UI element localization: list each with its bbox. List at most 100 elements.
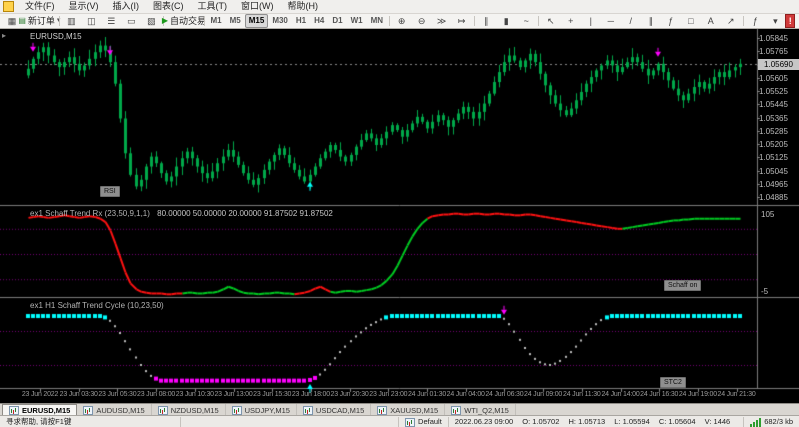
timeframe-h4-button[interactable]: H4 [310,14,328,28]
price-axis-label: 1.04965 [759,179,788,189]
status-bar: 寻求帮助, 请按F1键 Default 2022.06.23 09:00 O: … [0,415,799,427]
equidistant-channel-icon[interactable]: ∥ [642,14,660,28]
zoom-out-icon[interactable]: ⊖ [413,14,431,28]
toolbar-separator [742,16,744,26]
cursor-icon[interactable]: ↖ [542,14,560,28]
toolbar-separator [389,16,390,26]
stc-toggle-button[interactable]: STC2 [660,377,686,388]
profile-icon [405,417,416,427]
quote-high: H: 1.05713 [568,417,606,426]
quote-open: O: 1.05702 [522,417,560,426]
auto-trading-button[interactable]: ▶ 自动交易 [162,14,206,28]
price-axis-label: 1.05445 [759,100,788,110]
time-axis-label: 24 Jun 01:30 [407,391,447,398]
menu-item-3[interactable]: 图表(C) [146,0,191,13]
alerts-icon[interactable]: ! [785,14,796,28]
time-axis-label: 24 Jun 06:30 [485,391,524,398]
timeframe-h1-button[interactable]: H1 [292,14,310,28]
time-axis-label: 24 Jun 09:00 [524,391,563,398]
horizontal-line-icon[interactable]: ─ [602,14,620,28]
data-window-icon[interactable]: ◫ [82,14,100,28]
market-watch-icon[interactable]: ▥ [62,14,80,28]
chart-tab-label: WTI_Q2,M15 [464,405,509,415]
indicator2-title: ex1 H1 Schaff Trend Cycle (10,23,50) [30,301,164,310]
new-order-button-label: 新订单 [27,16,55,26]
navigator-icon[interactable]: ☰ [102,14,120,28]
chart-symbol-label: EURUSD,M15 [30,32,82,41]
line-chart-icon[interactable]: ~ [517,14,535,28]
quote-low: L: 1.05594 [614,417,650,426]
timeframe-w1-button[interactable]: W1 [347,14,367,28]
crosshair-icon[interactable]: + [562,14,580,28]
strategy-tester-icon[interactable]: ▧ [142,14,160,28]
toolbar: ▦▤新订单▾▥◫☰▭▧▶自动交易M1M5M15M30H1H4D1W1MN⊕⊖≫↦… [0,14,799,29]
chart-tab-label: NZDUSD,M15 [170,405,219,415]
schaff-toggle-button[interactable]: Schaff on [664,280,702,291]
timeframe-m5-button[interactable]: M5 [226,14,245,28]
chart-tab-icon [231,405,242,415]
price-axis-label: 1.05845 [759,34,788,44]
timeframe-m30-button[interactable]: M30 [268,14,292,28]
time-axis-label: 23 Jun 05:30 [98,391,137,398]
time-axis-label: 23 Jun 08:00 [137,391,176,398]
menu-item-4[interactable]: 工具(T) [191,0,235,13]
chart-tab-label: XAUUSD,M15 [390,405,439,415]
status-connection: 682/3 kb [744,417,799,427]
chart-tab-label: USDCAD,M15 [315,405,365,415]
indicators-list-icon[interactable]: ƒ [746,14,764,28]
time-axis-label: 23 Jun 10:30 [175,391,214,398]
one-click-trading-toggle[interactable]: ▸ [2,31,6,40]
price-axis-label: 1.05605 [759,73,788,83]
rsi-button[interactable]: RSI [100,186,120,197]
menu-item-0[interactable]: 文件(F) [18,0,62,13]
timeframe-m15-button[interactable]: M15 [244,14,269,28]
menu-item-5[interactable]: 窗口(W) [234,0,281,13]
status-profile[interactable]: Default [399,417,449,427]
time-axis-label: 23 Jun 23:00 [369,391,408,398]
price-axis-label: 1.05365 [759,113,788,123]
menu-item-6[interactable]: 帮助(H) [281,0,326,13]
mt4-terminal-window: 文件(F) 显示(V) 插入(I) 图表(C) 工具(T) 窗口(W) 帮助(H) ▦ ▤ 新订… [0,0,799,427]
menu-item-2[interactable]: 插入(I) [106,0,147,13]
price-axis-label: 1.05125 [759,153,788,163]
time-axis-label: 24 Jun 21:30 [717,391,756,398]
indicator1-title: ex1 Schaff Trend Rx (23,50,9,1,1) [30,209,150,218]
time-axis-label: 24 Jun 19:00 [678,391,717,398]
time-axis-label: 23 Jun 18:00 [291,391,330,398]
indicator1-values: 80.00000 50.00000 20.00000 91.87502 91.8… [157,209,333,218]
new-order-button[interactable]: ▤新订单▾ [18,14,60,28]
price-axis-label: 1.05525 [759,87,788,97]
price-axis-label: 1.04885 [759,193,788,203]
chart-tab-icon [451,405,462,415]
shapes-icon[interactable]: □ [682,14,700,28]
time-axis-label: 23 Jun 13:00 [214,391,253,398]
zoom-in-icon[interactable]: ⊕ [393,14,411,28]
arrow-tool-icon[interactable]: ↗ [722,14,740,28]
timeframe-mn-button[interactable]: MN [367,14,387,28]
period-dropdown-icon[interactable]: ▾ [766,14,784,28]
terminal-icon[interactable]: ▭ [122,14,140,28]
trendline-icon[interactable]: / [622,14,640,28]
bar-chart-icon[interactable]: ∥ [477,14,495,28]
quote-time: 2022.06.23 09:00 [454,417,514,426]
time-axis-label: 24 Jun 04:00 [446,391,485,398]
auto-scroll-icon[interactable]: ≫ [433,14,451,28]
app-icon [3,1,14,12]
menu-item-1[interactable]: 显示(V) [62,0,106,13]
timeframe-m1-button[interactable]: M1 [207,14,226,28]
text-label-icon[interactable]: A [702,14,720,28]
chart-tab-label: USDJPY,M15 [244,405,290,415]
candlestick-chart-icon[interactable]: ▮ [497,14,515,28]
toolbar-separator [538,16,539,26]
fibonacci-icon[interactable]: ƒ [662,14,680,28]
status-spacer [181,417,400,427]
chart-shift-icon[interactable]: ↦ [453,14,471,28]
timeframe-d1-button[interactable]: D1 [328,14,346,28]
time-axis-label: 23 Jun 2022 [21,391,59,398]
profile-label: Default [418,417,442,426]
vertical-line-icon[interactable]: | [582,14,600,28]
chart-tab-icon [377,405,388,415]
status-help-text: 寻求帮助, 请按F1键 [0,417,181,427]
time-axis-label: 24 Jun 14:00 [601,391,640,398]
chart-tab-icon [157,405,168,415]
